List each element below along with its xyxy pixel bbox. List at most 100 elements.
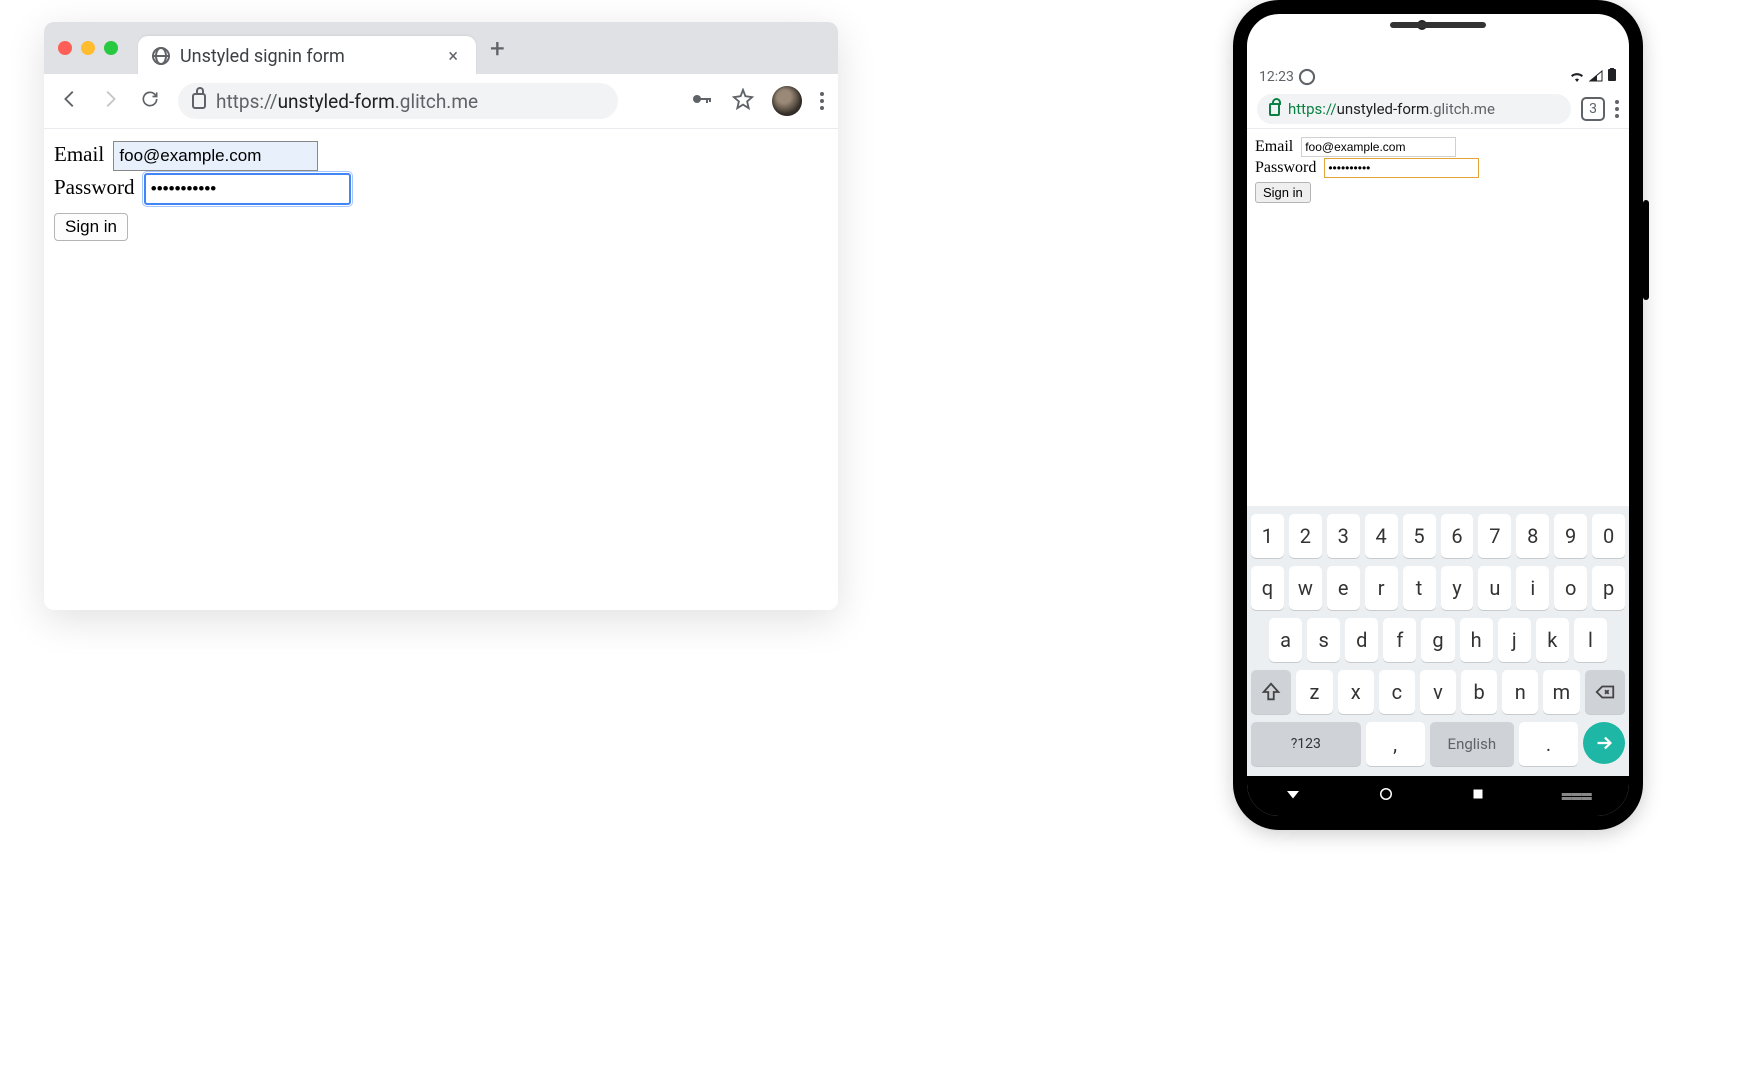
key-e[interactable]: e bbox=[1327, 566, 1360, 610]
backspace-key[interactable] bbox=[1585, 670, 1625, 714]
browser-toolbar: https://unstyled-form.glitch.me bbox=[44, 74, 838, 129]
email-field[interactable] bbox=[113, 141, 318, 171]
key-h[interactable]: h bbox=[1460, 618, 1493, 662]
key-y[interactable]: y bbox=[1441, 566, 1474, 610]
key-o[interactable]: o bbox=[1554, 566, 1587, 610]
key-s[interactable]: s bbox=[1307, 618, 1340, 662]
kebab-menu-icon[interactable] bbox=[820, 92, 824, 110]
phone-device: 12:23 https://unstyled-form.glitch.me 3 … bbox=[1233, 0, 1643, 830]
android-navbar: ▬▬▬▬▬▬ bbox=[1247, 776, 1629, 816]
window-minimize-icon[interactable] bbox=[81, 41, 95, 55]
key-g[interactable]: g bbox=[1421, 618, 1454, 662]
key-t[interactable]: t bbox=[1403, 566, 1436, 610]
email-label: Email bbox=[54, 142, 104, 166]
key-1[interactable]: 1 bbox=[1251, 514, 1284, 558]
back-button[interactable] bbox=[58, 88, 82, 115]
key-z[interactable]: z bbox=[1296, 670, 1332, 714]
symbol-key[interactable]: ?123 bbox=[1251, 722, 1361, 766]
key-icon[interactable] bbox=[690, 87, 714, 115]
soft-keyboard: 1234567890 qwertyuiop asdfghjkl zxcvbnm … bbox=[1247, 506, 1629, 776]
kebab-menu-icon[interactable] bbox=[1615, 100, 1619, 118]
shift-key[interactable] bbox=[1251, 670, 1291, 714]
comma-key[interactable]: , bbox=[1366, 722, 1425, 766]
spacebar[interactable]: English bbox=[1430, 722, 1514, 766]
browser-tab[interactable]: Unstyled signin form × bbox=[138, 36, 476, 77]
key-b[interactable]: b bbox=[1461, 670, 1497, 714]
email-field[interactable] bbox=[1301, 137, 1456, 157]
key-6[interactable]: 6 bbox=[1441, 514, 1474, 558]
key-2[interactable]: 2 bbox=[1289, 514, 1322, 558]
url-text: https://unstyled-form.glitch.me bbox=[1288, 100, 1495, 118]
key-c[interactable]: c bbox=[1379, 670, 1415, 714]
tab-count-badge[interactable]: 3 bbox=[1581, 97, 1605, 121]
key-l[interactable]: l bbox=[1574, 618, 1607, 662]
desktop-browser-window: Unstyled signin form × + https://unstyle… bbox=[44, 22, 838, 610]
signal-icon bbox=[1589, 68, 1603, 86]
phone-earpiece-icon bbox=[1390, 22, 1486, 28]
key-8[interactable]: 8 bbox=[1516, 514, 1549, 558]
forward-button bbox=[98, 88, 122, 115]
key-p[interactable]: p bbox=[1592, 566, 1625, 610]
signin-button[interactable]: Sign in bbox=[1255, 182, 1311, 203]
key-9[interactable]: 9 bbox=[1554, 514, 1587, 558]
dnd-icon bbox=[1300, 70, 1314, 84]
period-key[interactable]: . bbox=[1519, 722, 1578, 766]
keyboard-row-2: qwertyuiop bbox=[1251, 566, 1625, 610]
key-0[interactable]: 0 bbox=[1592, 514, 1625, 558]
star-icon[interactable] bbox=[732, 88, 754, 114]
lock-icon bbox=[192, 93, 206, 109]
key-m[interactable]: m bbox=[1543, 670, 1579, 714]
key-a[interactable]: a bbox=[1269, 618, 1302, 662]
password-label: Password bbox=[54, 175, 135, 199]
nav-back-icon[interactable] bbox=[1284, 785, 1302, 807]
page-content: Email Password Sign in bbox=[44, 129, 838, 253]
email-label: Email bbox=[1255, 138, 1293, 155]
lock-icon bbox=[1269, 103, 1280, 116]
password-label: Password bbox=[1255, 159, 1316, 176]
key-3[interactable]: 3 bbox=[1327, 514, 1360, 558]
key-q[interactable]: q bbox=[1251, 566, 1284, 610]
wifi-icon bbox=[1569, 68, 1585, 86]
key-5[interactable]: 5 bbox=[1403, 514, 1436, 558]
key-x[interactable]: x bbox=[1338, 670, 1374, 714]
enter-key[interactable] bbox=[1583, 722, 1625, 764]
password-field[interactable] bbox=[144, 173, 351, 205]
key-w[interactable]: w bbox=[1289, 566, 1322, 610]
mobile-page-content: Email Password Sign in bbox=[1247, 128, 1629, 506]
signin-button[interactable]: Sign in bbox=[54, 213, 128, 241]
new-tab-button[interactable]: + bbox=[490, 34, 505, 64]
key-k[interactable]: k bbox=[1536, 618, 1569, 662]
key-i[interactable]: i bbox=[1516, 566, 1549, 610]
keyboard-toggle-icon[interactable]: ▬▬▬▬▬▬ bbox=[1562, 792, 1592, 800]
keyboard-row-bottom: ?123 , English . bbox=[1251, 722, 1625, 766]
mobile-address-bar[interactable]: https://unstyled-form.glitch.me bbox=[1257, 94, 1571, 124]
avatar[interactable] bbox=[772, 86, 802, 116]
window-zoom-icon[interactable] bbox=[104, 41, 118, 55]
key-f[interactable]: f bbox=[1383, 618, 1416, 662]
key-u[interactable]: u bbox=[1478, 566, 1511, 610]
key-7[interactable]: 7 bbox=[1478, 514, 1511, 558]
password-field[interactable] bbox=[1324, 158, 1479, 178]
key-j[interactable]: j bbox=[1498, 618, 1531, 662]
key-n[interactable]: n bbox=[1502, 670, 1538, 714]
key-d[interactable]: d bbox=[1345, 618, 1378, 662]
nav-home-icon[interactable] bbox=[1377, 785, 1395, 807]
window-controls bbox=[58, 41, 118, 55]
nav-recent-icon[interactable] bbox=[1469, 785, 1487, 807]
key-r[interactable]: r bbox=[1365, 566, 1398, 610]
key-v[interactable]: v bbox=[1420, 670, 1456, 714]
keyboard-row-1: 1234567890 bbox=[1251, 514, 1625, 558]
battery-icon bbox=[1607, 68, 1617, 86]
address-bar[interactable]: https://unstyled-form.glitch.me bbox=[178, 83, 618, 119]
keyboard-row-4: zxcvbnm bbox=[1251, 670, 1625, 714]
reload-button[interactable] bbox=[138, 89, 162, 114]
mobile-address-row: https://unstyled-form.glitch.me 3 bbox=[1247, 90, 1629, 128]
tab-close-icon[interactable]: × bbox=[444, 46, 462, 67]
window-close-icon[interactable] bbox=[58, 41, 72, 55]
tab-title: Unstyled signin form bbox=[180, 46, 345, 67]
keyboard-row-3: asdfghjkl bbox=[1251, 618, 1625, 662]
globe-icon bbox=[152, 47, 170, 65]
url-text: https://unstyled-form.glitch.me bbox=[216, 90, 478, 113]
key-4[interactable]: 4 bbox=[1365, 514, 1398, 558]
toolbar-right bbox=[690, 86, 824, 116]
